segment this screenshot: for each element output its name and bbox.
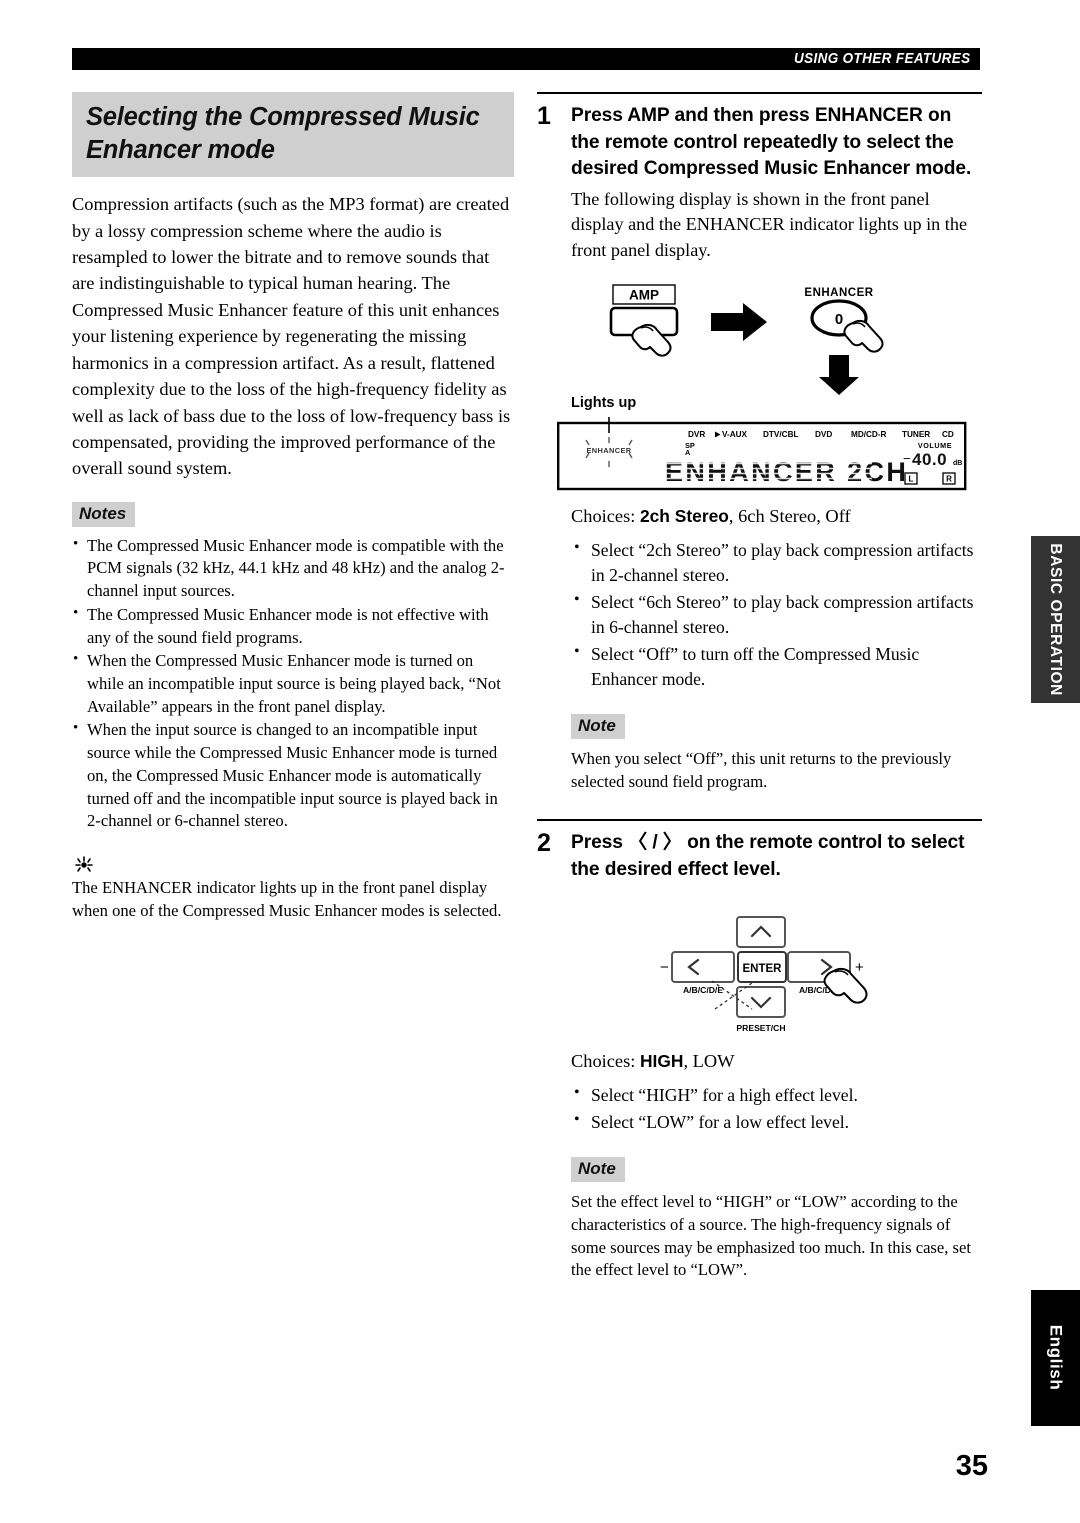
side-tab-basic-operation-label: BASIC OPERATION	[1047, 543, 1065, 696]
input-label-dvr: DVR	[688, 430, 705, 439]
tip-text: The ENHANCER indicator lights up in the …	[72, 878, 502, 920]
input-label-cd: CD	[942, 430, 954, 439]
input-label-md-cd-r: MD/CD-R	[851, 430, 887, 439]
step-1-choices-list-wrap: Select “2ch Stereo” to play back compres…	[571, 537, 982, 692]
input-label-dtv-cbl: DTV/CBL	[763, 430, 798, 439]
step-1-choices-list: Select “2ch Stereo” to play back compres…	[571, 537, 982, 692]
side-tab-basic-operation[interactable]: BASIC OPERATION	[1031, 536, 1080, 703]
notes-list: The Compressed Music Enhancer mode is co…	[72, 534, 514, 833]
remote-cursor-pad-diagram: ENTER − + A/B/C/D/E A/B/C/D/E PRESET/CH	[571, 909, 982, 1041]
amp-button-label: AMP	[629, 288, 659, 303]
list-item: Select “2ch Stereo” to play back compres…	[571, 537, 982, 588]
step-1: 1 Press AMP and then press ENHANCER on t…	[537, 92, 982, 793]
cursor-left-key[interactable]	[670, 951, 735, 984]
volume-value: 40.0	[912, 450, 947, 469]
left-preset-label: A/B/C/D/E	[682, 985, 722, 995]
pointing-hand-icon	[843, 320, 884, 354]
step-2-title: Press 〈 / 〉 on the remote control to sel…	[571, 832, 965, 880]
channel-left-label: L	[909, 475, 914, 484]
side-tab-english[interactable]: English	[1031, 1290, 1080, 1426]
running-header-text: USING OTHER FEATURES	[794, 51, 971, 67]
step-2-note: Note Set the effect level to “HIGH” or “…	[571, 1157, 982, 1282]
choices-rest: , 6ch Stereo, Off	[728, 506, 851, 527]
notes-heading-wrap: Notes	[72, 501, 514, 527]
step-1-choices: Choices: 2ch Stereo, 6ch Stereo, Off	[571, 504, 982, 530]
list-item: Select “HIGH” for a high effect level.	[571, 1082, 982, 1108]
step-1-body: The following display is shown in the fr…	[571, 188, 968, 260]
list-item: Select “Off” to turn off the Compressed …	[571, 641, 982, 692]
enhancer-key-label: 0	[835, 311, 843, 328]
note-text: Set the effect level to “HIGH” or “LOW” …	[571, 1192, 971, 1280]
choices-default: 2ch Stereo	[639, 506, 729, 527]
left-column: Selecting the Compressed Music Enhancer …	[72, 92, 514, 923]
enter-key[interactable]: ENTER	[736, 951, 787, 984]
page-number: 35	[955, 1450, 988, 1482]
note-text: When you select “Off”, this unit returns…	[571, 749, 952, 791]
volume-unit: dB	[953, 460, 962, 467]
speaker-label-a: A	[685, 448, 691, 457]
list-item: When the Compressed Music Enhancer mode …	[72, 649, 514, 718]
input-label-dvd: DVD	[815, 430, 832, 439]
minus-label: −	[660, 959, 669, 976]
enhancer-indicator: ENHANCER	[586, 446, 631, 455]
step-2-choices: Choices: HIGH, LOW	[571, 1049, 982, 1075]
enhancer-label: ENHANCER	[804, 287, 873, 299]
lights-up-label: Lights up	[571, 395, 637, 412]
list-item: The Compressed Music Enhancer mode is no…	[72, 603, 514, 649]
note-heading: Note	[571, 714, 625, 740]
choices-prefix: Choices:	[571, 506, 636, 527]
list-item: The Compressed Music Enhancer mode is co…	[72, 534, 514, 603]
choices-prefix: Choices:	[571, 1051, 636, 1072]
front-panel-display: ENHANCER DVR V-AUX DTV/CBL DVD MD/CD-R T…	[557, 415, 982, 496]
volume-label: VOLUME	[918, 441, 952, 450]
list-item: Select “6ch Stereo” to play back compres…	[571, 589, 982, 640]
tip-sun-icon	[72, 855, 112, 875]
step-1-note: Note When you select “Off”, this unit re…	[571, 714, 982, 793]
amp-enhancer-press-diagram: AMP ENHANCER 0	[571, 283, 982, 396]
volume-sign: −	[903, 451, 911, 466]
right-column: 1 Press AMP and then press ENHANCER on t…	[537, 92, 982, 1282]
enter-key-label: ENTER	[742, 963, 782, 975]
step-2-choices-list-wrap: Select “HIGH” for a high effect level. S…	[571, 1082, 982, 1135]
right-arrow-icon	[711, 303, 767, 342]
note-heading: Note	[571, 1157, 625, 1183]
plus-label: +	[855, 959, 864, 976]
running-header-bar: USING OTHER FEATURES	[72, 48, 980, 70]
down-arrow-icon	[819, 355, 859, 396]
step-2-number: 2	[537, 829, 551, 858]
page-title: Selecting the Compressed Music Enhancer …	[72, 92, 514, 178]
step-2-choices-list: Select “HIGH” for a high effect level. S…	[571, 1082, 982, 1135]
choices-rest: , LOW	[683, 1051, 735, 1072]
input-label-v-aux: V-AUX	[722, 430, 748, 439]
cursor-up-key[interactable]	[735, 916, 786, 949]
choices-default: HIGH	[639, 1051, 684, 1072]
cursor-down-key[interactable]	[735, 986, 786, 1019]
input-label-tuner: TUNER	[902, 430, 930, 439]
step-1-number: 1	[537, 102, 551, 130]
step-2: 2 Press 〈 / 〉 on the remote control to s…	[537, 819, 982, 1282]
side-tab-english-label: English	[1046, 1325, 1066, 1391]
notes-heading: Notes	[72, 501, 136, 527]
list-item: When the input source is changed to an i…	[72, 718, 514, 833]
channel-right-label: R	[946, 475, 952, 484]
step-1-title: Press AMP and then press ENHANCER on the…	[571, 105, 972, 179]
preset-ch-label: PRESET/CH	[736, 1023, 785, 1033]
lcd-main-text: ENHANCER 2CH	[665, 457, 908, 487]
intro-paragraph: Compression artifacts (such as the MP3 f…	[72, 194, 511, 479]
list-item: Select “LOW” for a low effect level.	[571, 1109, 982, 1135]
